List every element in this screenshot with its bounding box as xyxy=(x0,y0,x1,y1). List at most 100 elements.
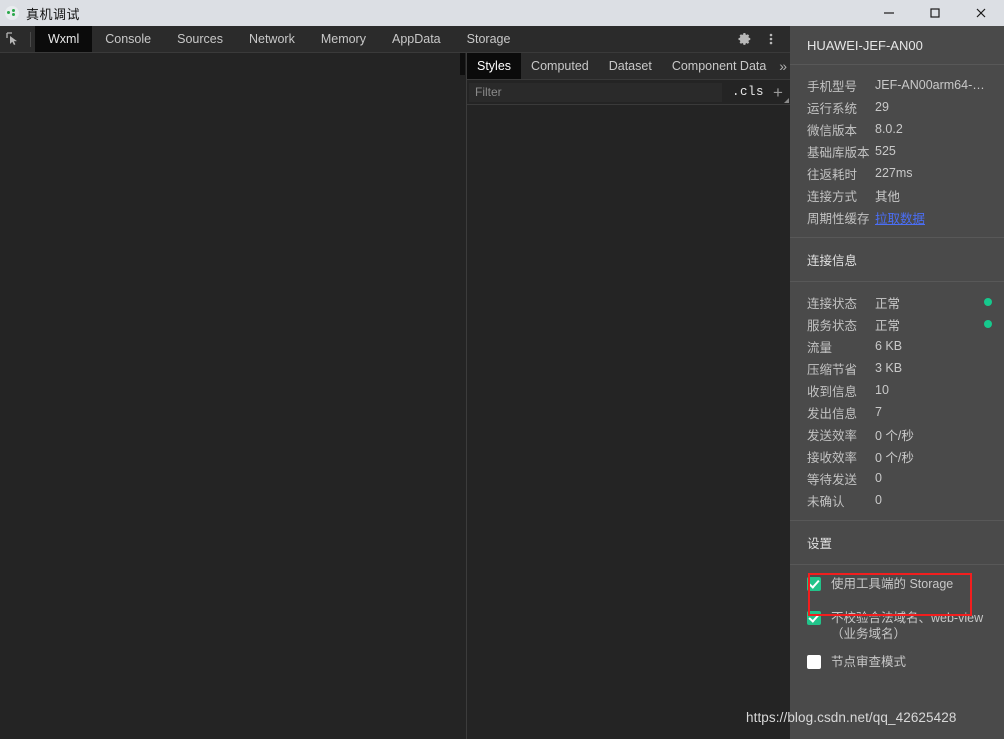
info-row-pending-send: 等待发送 0 xyxy=(790,467,1004,489)
setting-label: 使用工具端的 Storage xyxy=(831,577,954,591)
info-value: 10 xyxy=(875,383,889,397)
info-label: 压缩节省 xyxy=(807,362,858,377)
wxml-tree-pane[interactable] xyxy=(0,53,466,739)
info-label: 收到信息 xyxy=(807,384,858,399)
checkbox-skip-domain-check[interactable] xyxy=(807,611,821,625)
info-row-send-rate: 发送效率 0 个/秒 xyxy=(790,423,1004,445)
minimize-icon[interactable] xyxy=(866,0,912,26)
wechat-devtools-icon xyxy=(5,6,19,20)
info-row-phone-model: 手机型号 JEF-AN00arm64-… xyxy=(790,74,1004,96)
info-row-wechat-version: 微信版本 8.0.2 xyxy=(790,118,1004,140)
info-label: 发出信息 xyxy=(807,406,858,421)
device-info-panel: HUAWEI-JEF-AN00 手机型号 JEF-AN00arm64-… 运行系… xyxy=(790,26,1004,739)
info-value: 3 KB xyxy=(875,361,903,375)
info-value: 正常 xyxy=(875,296,901,311)
status-indicator-dot xyxy=(984,320,992,328)
info-label: 运行系统 xyxy=(807,101,858,116)
info-row-traffic: 流量 6 KB xyxy=(790,335,1004,357)
tab-component-data[interactable]: Component Data xyxy=(662,53,777,79)
info-row-service-status: 服务状态 正常 xyxy=(790,313,1004,335)
info-row-connection-status: 连接状态 正常 xyxy=(790,291,1004,313)
info-value: 0 个/秒 xyxy=(875,450,914,465)
window-titlebar: 真机调试 xyxy=(0,0,1004,26)
info-label: 接收效率 xyxy=(807,450,858,465)
info-value: 525 xyxy=(875,144,896,158)
info-row-os-version: 运行系统 29 xyxy=(790,96,1004,118)
info-label: 服务状态 xyxy=(807,318,858,333)
inspect-element-icon[interactable] xyxy=(0,26,26,52)
info-value: JEF-AN00arm64-… xyxy=(875,78,985,92)
device-info-list: 手机型号 JEF-AN00arm64-… 运行系统 29 微信版本 8.0.2 … xyxy=(790,65,1004,237)
toolbar-divider xyxy=(30,31,31,47)
info-label: 等待发送 xyxy=(807,472,858,487)
info-row-round-trip-time: 往返耗时 227ms xyxy=(790,162,1004,184)
more-tabs-chevron-icon[interactable]: » xyxy=(776,53,790,79)
tab-network[interactable]: Network xyxy=(236,26,308,52)
info-value: 6 KB xyxy=(875,339,903,353)
devtools-toolbar-actions xyxy=(732,26,790,52)
wxml-scrollbar[interactable] xyxy=(459,53,466,739)
info-value: 正常 xyxy=(875,318,901,333)
info-value: 227ms xyxy=(875,166,913,180)
tab-storage[interactable]: Storage xyxy=(454,26,524,52)
settings-section-title: 设置 xyxy=(807,537,833,551)
connection-section-title: 连接信息 xyxy=(807,254,858,268)
tab-memory[interactable]: Memory xyxy=(308,26,379,52)
info-row-compression-saved: 压缩节省 3 KB xyxy=(790,357,1004,379)
info-row-base-library-version: 基础库版本 525 xyxy=(790,140,1004,162)
tab-appdata[interactable]: AppData xyxy=(379,26,454,52)
info-value: 8.0.2 xyxy=(875,122,903,136)
info-value: 29 xyxy=(875,100,889,114)
gear-icon[interactable] xyxy=(732,26,758,53)
settings-list: 使用工具端的 Storage 不校验合法域名、web-view（业务域名） 节点… xyxy=(790,565,1004,676)
info-label: 连接方式 xyxy=(807,189,858,204)
styles-filter-row: .cls + xyxy=(467,80,790,105)
devtools-tabbar: Wxml Console Sources Network Memory AppD… xyxy=(0,26,790,53)
checkbox-use-tool-storage[interactable] xyxy=(807,577,821,591)
info-label: 流量 xyxy=(807,340,833,355)
window-controls xyxy=(866,0,1004,26)
info-value: 7 xyxy=(875,405,882,419)
wxml-scrollbar-thumb[interactable] xyxy=(460,53,465,75)
more-vertical-icon[interactable] xyxy=(758,26,784,53)
info-label: 基础库版本 xyxy=(807,145,870,160)
setting-label: 节点审查模式 xyxy=(831,655,907,669)
styles-pane: Styles Computed Dataset Component Data »… xyxy=(467,53,790,739)
tab-computed[interactable]: Computed xyxy=(521,53,599,79)
checkbox-node-inspect-mode[interactable] xyxy=(807,655,821,669)
setting-row-use-tool-storage[interactable]: 使用工具端的 Storage xyxy=(790,576,1004,598)
info-label: 往返耗时 xyxy=(807,167,858,182)
info-value: 其他 xyxy=(875,189,901,204)
setting-label: 不校验合法域名、web-view（业务域名） xyxy=(831,611,984,641)
info-row-messages-sent: 发出信息 7 xyxy=(790,401,1004,423)
info-label: 微信版本 xyxy=(807,123,858,138)
tab-wxml[interactable]: Wxml xyxy=(35,26,93,52)
close-icon[interactable] xyxy=(958,0,1004,26)
filter-input[interactable] xyxy=(469,82,722,102)
maximize-icon[interactable] xyxy=(912,0,958,26)
styles-tabbar: Styles Computed Dataset Component Data » xyxy=(467,53,790,80)
cls-button[interactable]: .cls xyxy=(726,85,770,99)
fetch-data-link[interactable]: 拉取数据 xyxy=(875,208,925,227)
tab-dataset[interactable]: Dataset xyxy=(599,53,662,79)
info-label: 手机型号 xyxy=(807,79,858,94)
info-row-messages-received: 收到信息 10 xyxy=(790,379,1004,401)
info-row-receive-rate: 接收效率 0 个/秒 xyxy=(790,445,1004,467)
connection-info-list: 连接状态 正常 服务状态 正常 流量 6 KB 压缩节省 3 KB 收到信息 1… xyxy=(790,282,1004,520)
info-value: 0 个/秒 xyxy=(875,428,914,443)
info-value: 0 xyxy=(875,493,882,507)
info-value: 0 xyxy=(875,471,882,485)
info-label: 连接状态 xyxy=(807,296,858,311)
info-label: 周期性缓存 xyxy=(807,211,870,226)
device-name: HUAWEI-JEF-AN00 xyxy=(807,38,923,53)
setting-row-skip-domain-check[interactable]: 不校验合法域名、web-view（业务域名） xyxy=(790,610,1004,642)
setting-row-node-inspect-mode[interactable]: 节点审查模式 xyxy=(790,654,1004,676)
watermark: https://blog.csdn.net/qq_42625428 xyxy=(746,710,957,725)
info-row-unacknowledged: 未确认 0 xyxy=(790,489,1004,511)
info-row-periodic-cache: 周期性缓存 拉取数据 xyxy=(790,206,1004,228)
tab-sources[interactable]: Sources xyxy=(164,26,236,52)
tab-styles[interactable]: Styles xyxy=(467,53,522,79)
tab-console[interactable]: Console xyxy=(92,26,164,52)
resize-grip[interactable] xyxy=(784,98,789,103)
window-title: 真机调试 xyxy=(26,6,81,22)
